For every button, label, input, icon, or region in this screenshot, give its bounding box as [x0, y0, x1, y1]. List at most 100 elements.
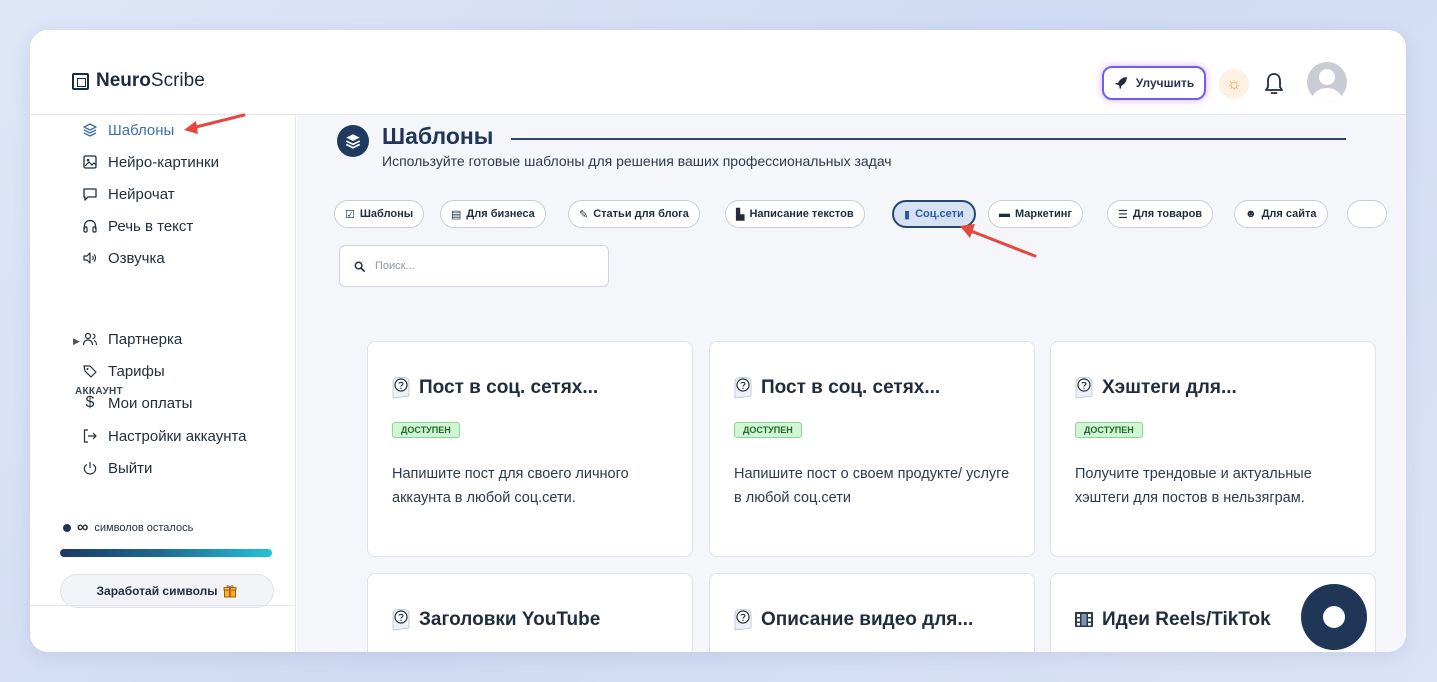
headphones-icon	[83, 219, 97, 233]
notebook-icon: ▤	[451, 208, 462, 221]
infinity-symbol: ∞	[77, 519, 89, 536]
card-header: Пост в соц. сетях...	[732, 376, 940, 400]
card-title: Идеи Reels/TikTok	[1102, 609, 1271, 630]
logout-arrow-icon	[83, 429, 97, 443]
sidebar: Шаблоны Нейро-картинки Нейрочат Речь в т…	[30, 115, 296, 652]
layers-icon	[337, 125, 369, 157]
sidebar-item-neuro-images[interactable]: Нейро-картинки	[82, 151, 219, 173]
sidebar-item-label: Выйти	[108, 459, 153, 477]
sidebar-item-label: Мои оплаты	[108, 394, 193, 412]
sidebar-item-speech-to-text[interactable]: Речь в текст	[82, 215, 193, 237]
template-card[interactable]: Хэштеги для... ДОСТУПЕН Получите трендов…	[1050, 341, 1376, 557]
power-icon	[83, 462, 97, 475]
divider	[30, 605, 296, 606]
template-card[interactable]: Пост в соц. сетях... ДОСТУПЕН Напишите п…	[367, 341, 693, 557]
template-card[interactable]: Описание видео для...	[709, 573, 1035, 652]
status-badge: ДОСТУПЕН	[734, 422, 802, 438]
card-title: Описание видео для...	[761, 609, 974, 630]
sidebar-item-tariffs[interactable]: Тарифы	[82, 360, 165, 382]
earn-symbols-button[interactable]: Заработай символы	[60, 574, 274, 608]
template-card[interactable]: Пост в соц. сетях... ДОСТУПЕН Напишите п…	[709, 341, 1035, 557]
sidebar-item-label: Озвучка	[108, 249, 165, 267]
upgrade-button[interactable]: Улучшить	[1102, 66, 1206, 100]
sidebar-item-neurochat[interactable]: Нейрочат	[82, 183, 175, 205]
question-bubble-icon	[392, 377, 410, 399]
sidebar-item-label: Партнерка	[108, 330, 183, 348]
chip-blog-articles[interactable]: ✎ Статьи для блога	[568, 200, 700, 228]
card-header: Описание видео для...	[732, 608, 973, 632]
chat-icon	[83, 188, 97, 201]
card-description: Напишите пост для своего личного аккаунт…	[392, 466, 629, 506]
sidebar-item-voiceover[interactable]: Озвучка	[82, 247, 165, 269]
chars-remaining-label: символов осталось	[94, 522, 194, 534]
question-bubble-icon	[734, 609, 752, 631]
status-badge: ДОСТУПЕН	[1075, 422, 1143, 438]
search-box[interactable]	[339, 245, 609, 287]
sidebar-item-label: Нейрочат	[108, 185, 175, 203]
books-icon: ▙	[736, 208, 745, 221]
chip-marketing[interactable]: ▬ Маркетинг	[988, 200, 1083, 228]
chip-products[interactable]: ☰ Для товаров	[1107, 200, 1214, 228]
robot-face-icon: ☻	[1245, 208, 1257, 220]
chip-templates[interactable]: ☑ Шаблоны	[334, 200, 425, 228]
search-icon	[354, 261, 365, 272]
card-header: Заголовки YouTube	[390, 608, 600, 632]
earn-symbols-label: Заработай символы	[96, 584, 218, 598]
sidebar-item-my-payments[interactable]: $ Мои оплаты	[82, 392, 193, 414]
card-header: Идеи Reels/TikTok	[1073, 608, 1271, 632]
sidebar-item-label: Речь в текст	[108, 217, 194, 235]
upgrade-label: Улучшить	[1135, 76, 1195, 90]
avatar[interactable]	[1307, 62, 1347, 102]
status-badge: ДОСТУПЕН	[392, 422, 460, 438]
chip-website[interactable]: ☻ Для сайта	[1234, 200, 1328, 228]
page-title: Шаблоны	[382, 123, 494, 149]
main-content: Шаблоны Используйте готовые шаблоны для …	[297, 115, 1406, 652]
sidebar-item-templates[interactable]: Шаблоны	[82, 119, 174, 141]
logo[interactable]: NeuroScribe	[72, 70, 205, 92]
laptop-icon: ▬	[999, 208, 1010, 220]
question-bubble-icon	[734, 377, 752, 399]
memo-icon: ✎	[579, 208, 589, 221]
card-header: Пост в соц. сетях...	[390, 376, 598, 400]
chip-more[interactable]	[1347, 200, 1387, 228]
bell-icon[interactable]	[1262, 71, 1286, 97]
card-header: Хэштеги для...	[1073, 376, 1237, 400]
template-card[interactable]: Заголовки YouTube	[367, 573, 693, 652]
film-frames-icon	[1075, 612, 1093, 627]
sun-icon: ☼	[1226, 74, 1242, 93]
card-title: Заголовки YouTube	[419, 609, 601, 630]
sidebar-item-logout[interactable]: Выйти	[82, 457, 152, 479]
sidebar-item-account-settings[interactable]: Настройки аккаунта	[82, 425, 247, 447]
page-subtitle: Используйте готовые шаблоны для решения …	[382, 153, 892, 169]
caret-right-icon[interactable]: ▶	[73, 336, 80, 347]
ledger-icon: ☰	[1118, 208, 1128, 221]
search-input[interactable]	[375, 260, 595, 272]
title-divider	[511, 138, 1346, 140]
image-icon	[83, 155, 97, 169]
chars-remaining: ∞ символов осталось	[63, 519, 194, 536]
top-bar: NeuroScribe Улучшить ☼	[30, 30, 1406, 115]
chars-progress-bar	[60, 549, 272, 557]
card-description: Напишите пост о своем продукте/ услуге в…	[734, 466, 1010, 506]
gift-icon	[224, 585, 237, 598]
sidebar-item-partners[interactable]: Партнерка	[82, 328, 182, 350]
rocket-icon	[1114, 77, 1127, 89]
chip-business[interactable]: ▤ Для бизнеса	[440, 200, 546, 228]
logo-icon	[72, 72, 89, 90]
sidebar-item-label: Нейро-картинки	[108, 153, 219, 171]
status-dot	[63, 524, 71, 532]
question-bubble-icon	[1075, 377, 1093, 399]
chip-writing-texts[interactable]: ▙ Написание текстов	[725, 200, 865, 228]
theme-toggle-button[interactable]: ☼	[1219, 69, 1249, 99]
chat-support-button[interactable]	[1301, 584, 1367, 650]
layers-icon	[83, 123, 97, 137]
category-chips: ☑ Шаблоны ▤ Для бизнеса ✎ Статьи для блога …	[334, 199, 1406, 229]
sidebar-item-label: Настройки аккаунта	[108, 427, 247, 445]
logo-text: NeuroScribe	[96, 70, 205, 91]
phone-icon: ▮	[904, 208, 911, 221]
card-title: Хэштеги для...	[1102, 377, 1237, 398]
sidebar-item-label: Тарифы	[108, 362, 165, 380]
chip-social-media[interactable]: ▮ Соц.сети	[892, 200, 976, 228]
question-bubble-icon	[392, 609, 410, 631]
sidebar-item-label: Шаблоны	[108, 121, 175, 139]
